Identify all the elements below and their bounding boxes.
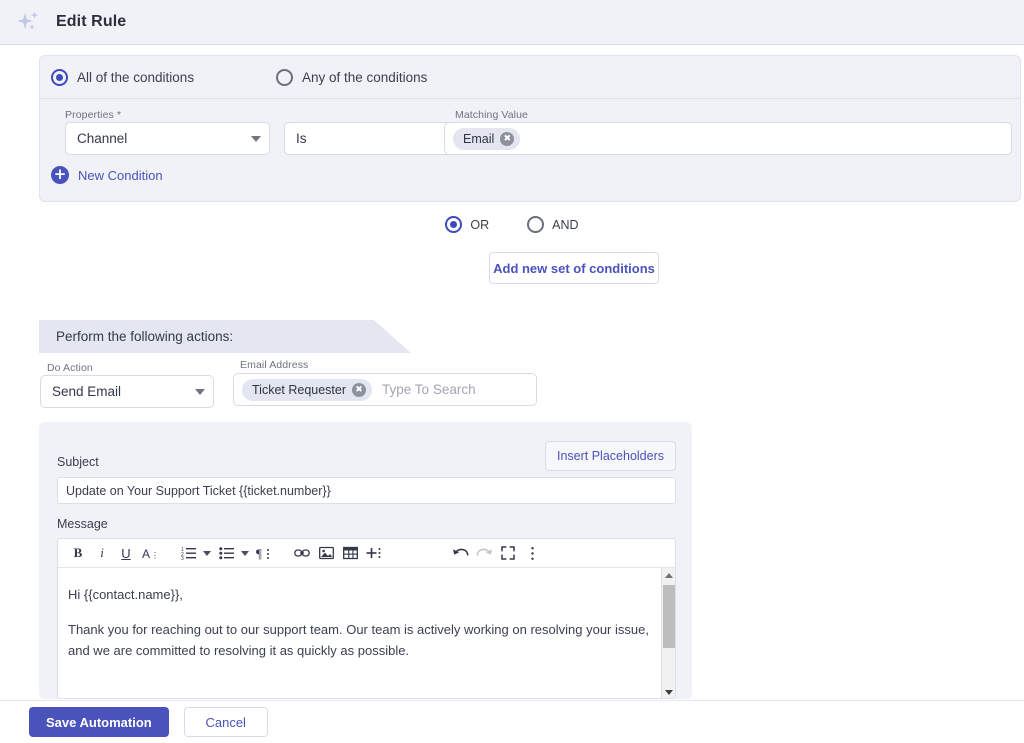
page-title: Edit Rule — [56, 13, 126, 31]
font-size-icon[interactable]: A ⋮ — [138, 541, 162, 565]
radio-any-conditions[interactable]: Any of the conditions — [276, 69, 427, 86]
new-condition-label: New Condition — [78, 168, 163, 183]
table-icon[interactable] — [338, 541, 362, 565]
radio-all-conditions-label: All of the conditions — [77, 70, 194, 85]
insert-placeholders-button[interactable]: Insert Placeholders — [545, 441, 676, 471]
add-new-set-of-conditions-button[interactable]: Add new set of conditions — [489, 252, 659, 284]
radio-all-conditions-indicator — [51, 69, 68, 86]
editor-toolbar: B i U A ⋮ 1 2 3 — [58, 539, 675, 568]
chevron-down-icon — [251, 136, 261, 142]
condition-row: Properties * Channel Is Matching Value E… — [40, 99, 1020, 161]
message-editor: B i U A ⋮ 1 2 3 — [57, 538, 676, 699]
italic-icon[interactable]: i — [90, 541, 114, 565]
operator-select[interactable]: Is — [284, 122, 469, 155]
footer-bar: Save Automation Cancel — [0, 700, 1024, 743]
undo-icon[interactable] — [448, 541, 472, 565]
link-icon[interactable] — [290, 541, 314, 565]
line-height-icon[interactable]: ¶ — [252, 541, 276, 565]
fullscreen-icon[interactable] — [496, 541, 520, 565]
ordered-list-icon[interactable]: 1 2 3 — [176, 541, 200, 565]
email-address-chip-label: Ticket Requester — [252, 383, 346, 397]
cancel-button[interactable]: Cancel — [184, 707, 268, 737]
actions-section-title: Perform the following actions: — [56, 329, 233, 344]
page-header: Edit Rule — [0, 0, 1024, 45]
message-paragraph: Thank you for reaching out to our suppor… — [68, 619, 653, 661]
do-action-select[interactable]: Send Email — [40, 375, 214, 408]
message-body[interactable]: Hi {{contact.name}}, Thank you for reach… — [58, 568, 675, 699]
more-options-icon[interactable] — [520, 541, 544, 565]
do-action-value: Send Email — [52, 384, 121, 399]
subject-value: Update on Your Support Ticket {{ticket.n… — [66, 484, 331, 498]
radio-or-indicator — [445, 216, 462, 233]
close-icon[interactable]: ✖ — [352, 383, 366, 397]
underline-icon[interactable]: U — [114, 541, 138, 565]
radio-any-conditions-indicator — [276, 69, 293, 86]
actions-section-tab: Perform the following actions: — [39, 320, 411, 353]
bullet-list-icon[interactable] — [214, 541, 238, 565]
ordered-list-dropdown-icon[interactable] — [200, 541, 214, 565]
scroll-down-icon[interactable] — [662, 685, 676, 699]
properties-label: Properties * — [65, 109, 121, 121]
matching-value-chip[interactable]: Email ✖ — [453, 128, 520, 150]
message-paragraph: Hi {{contact.name}}, — [68, 584, 653, 605]
action-row: Do Action Send Email Email Address Ticke… — [0, 358, 700, 406]
property-select[interactable]: Channel — [65, 122, 270, 155]
bold-icon[interactable]: B — [66, 541, 90, 565]
insert-icon[interactable] — [362, 541, 386, 565]
svg-text:A: A — [142, 547, 150, 561]
close-icon[interactable]: ✖ — [500, 132, 514, 146]
redo-icon[interactable] — [472, 541, 496, 565]
logic-operator-row: OR AND — [0, 216, 1024, 233]
save-automation-button[interactable]: Save Automation — [29, 707, 169, 737]
subject-input[interactable]: Update on Your Support Ticket {{ticket.n… — [57, 477, 676, 504]
radio-or[interactable]: OR — [445, 216, 489, 233]
email-address-placeholder: Type To Search — [382, 382, 476, 397]
svg-text:3: 3 — [181, 556, 184, 560]
matching-value-input[interactable]: Email ✖ — [444, 122, 1012, 155]
matching-value-chip-label: Email — [463, 132, 494, 146]
radio-or-label: OR — [470, 218, 489, 232]
operator-select-value: Is — [296, 131, 307, 146]
new-condition-button[interactable]: + New Condition — [51, 166, 163, 184]
image-icon[interactable] — [314, 541, 338, 565]
matching-value-label: Matching Value — [455, 109, 528, 121]
radio-any-conditions-label: Any of the conditions — [302, 70, 427, 85]
email-composer-panel: Insert Placeholders Subject Update on Yo… — [39, 422, 692, 699]
radio-all-conditions[interactable]: All of the conditions — [51, 69, 276, 86]
email-address-chip[interactable]: Ticket Requester ✖ — [242, 379, 372, 401]
radio-and-indicator — [527, 216, 544, 233]
do-action-label: Do Action — [47, 362, 93, 374]
scroll-up-icon[interactable] — [662, 568, 676, 582]
property-select-value: Channel — [77, 131, 127, 146]
chevron-down-icon — [195, 389, 205, 395]
radio-and[interactable]: AND — [527, 216, 578, 233]
svg-text:⋮: ⋮ — [151, 551, 159, 560]
sparkle-icon — [12, 5, 46, 39]
radio-and-label: AND — [552, 218, 578, 232]
match-mode-row: All of the conditions Any of the conditi… — [40, 56, 1020, 99]
svg-text:¶: ¶ — [256, 546, 262, 560]
plus-icon: + — [51, 166, 69, 184]
subject-label: Subject — [57, 455, 99, 469]
email-address-label: Email Address — [240, 359, 308, 371]
message-label: Message — [57, 517, 108, 531]
scrollbar-thumb[interactable] — [663, 585, 675, 648]
conditions-panel: All of the conditions Any of the conditi… — [39, 55, 1021, 202]
bullet-list-dropdown-icon[interactable] — [238, 541, 252, 565]
editor-scrollbar[interactable] — [661, 568, 675, 699]
email-address-input[interactable]: Ticket Requester ✖ Type To Search — [233, 373, 537, 406]
